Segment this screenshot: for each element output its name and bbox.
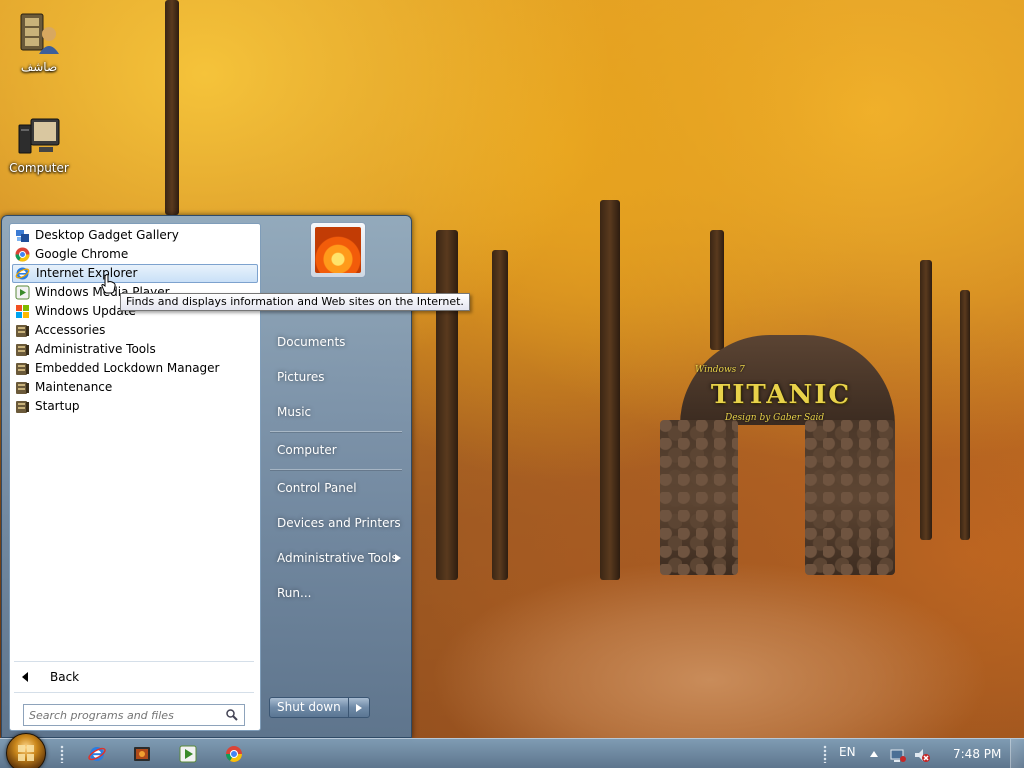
desktop-icon-user-folder[interactable]: صاشف xyxy=(4,8,74,74)
places-separator xyxy=(270,431,402,432)
start-administrative-tools[interactable]: Administrative Tools xyxy=(277,551,398,565)
wallpaper-tree-trunk xyxy=(960,290,970,540)
volume-icon[interactable] xyxy=(913,746,931,764)
stone-arch-left-pillar xyxy=(660,420,738,575)
start-pictures[interactable]: Pictures xyxy=(277,370,325,384)
user-folder-icon xyxy=(20,13,59,54)
show-desktop-button[interactable] xyxy=(1010,739,1024,768)
wallpaper-tree-trunk xyxy=(710,230,724,350)
search-icon[interactable] xyxy=(226,709,238,721)
program-label: Administrative Tools xyxy=(35,342,156,356)
back-arrow-icon xyxy=(22,672,28,682)
start-documents[interactable]: Documents xyxy=(277,335,345,349)
places-separator xyxy=(270,469,402,470)
clock[interactable]: 7:48 PM xyxy=(953,747,1001,761)
taskbar: EN 7:48 PM xyxy=(0,733,1024,768)
show-hidden-icons-icon[interactable] xyxy=(870,751,878,757)
windows-logo-icon xyxy=(18,745,34,761)
start-computer[interactable]: Computer xyxy=(277,443,337,457)
folder-icon xyxy=(16,363,29,375)
back-button[interactable]: Back xyxy=(12,666,258,688)
program-item-desktop-gadget-gallery[interactable]: Desktop Gadget Gallery xyxy=(12,226,258,245)
program-folder-maintenance[interactable]: Maintenance xyxy=(12,378,258,397)
program-label: Maintenance xyxy=(35,380,113,394)
wallpaper-tree-trunk xyxy=(165,0,179,215)
program-folder-embedded-lockdown-manager[interactable]: Embedded Lockdown Manager xyxy=(12,359,258,378)
program-folder-administrative-tools[interactable]: Administrative Tools xyxy=(12,340,258,359)
wallpaper-title: TITANIC xyxy=(710,380,852,410)
program-label: Embedded Lockdown Manager xyxy=(35,361,220,375)
flower-avatar-icon xyxy=(315,227,361,273)
internet-explorer-tooltip: Finds and displays information and Web s… xyxy=(120,293,470,311)
back-divider xyxy=(14,661,254,662)
program-folder-startup[interactable]: Startup xyxy=(12,397,258,416)
ie-icon[interactable] xyxy=(87,744,107,764)
hand-cursor-icon xyxy=(101,274,116,294)
start-music[interactable]: Music xyxy=(277,405,311,419)
media-player-icon xyxy=(15,285,30,300)
program-item-google-chrome[interactable]: Google Chrome xyxy=(12,245,258,264)
windows-update-icon xyxy=(16,305,29,318)
back-label: Back xyxy=(50,670,80,684)
network-icon[interactable] xyxy=(889,746,907,764)
start-button[interactable] xyxy=(6,733,46,768)
taskbar-grip[interactable] xyxy=(60,745,64,763)
wallpaper-forest-path xyxy=(430,560,990,738)
media-player-icon[interactable] xyxy=(178,744,198,764)
tray-grip[interactable] xyxy=(823,745,827,763)
start-search-input[interactable] xyxy=(24,705,214,725)
computer-icon xyxy=(18,118,60,154)
start-run[interactable]: Run... xyxy=(277,586,311,600)
user-picture[interactable] xyxy=(310,222,366,278)
search-divider xyxy=(14,692,254,693)
program-item-internet-explorer[interactable]: Internet Explorer xyxy=(12,264,258,283)
chevron-right-icon xyxy=(355,703,362,712)
start-devices-and-printers[interactable]: Devices and Printers xyxy=(277,516,401,530)
shutdown-options-button[interactable] xyxy=(349,698,369,717)
desktop-icon-label: Computer xyxy=(9,161,69,175)
wallpaper-subtitle: Design by Gaber Said xyxy=(725,413,825,423)
language-indicator[interactable]: EN xyxy=(839,745,856,759)
chrome-icon xyxy=(15,247,30,262)
all-programs-list: Desktop Gadget Gallery Google Chrome Int… xyxy=(12,226,258,416)
submenu-arrow-icon xyxy=(395,554,401,562)
program-label: Internet Explorer xyxy=(36,266,138,280)
folder-icon xyxy=(16,344,29,356)
ie-icon xyxy=(15,267,30,280)
start-search-box[interactable] xyxy=(23,704,245,726)
program-label: Google Chrome xyxy=(35,247,129,261)
program-label: Accessories xyxy=(35,323,106,337)
start-control-panel[interactable]: Control Panel xyxy=(277,481,357,495)
program-label: Startup xyxy=(35,399,80,413)
gadget-icon xyxy=(16,230,29,242)
folder-icon xyxy=(16,401,29,413)
shutdown-button[interactable]: Shut down xyxy=(270,698,349,717)
desktop-icon-computer[interactable]: Computer xyxy=(4,115,74,175)
stone-arch-right-pillar xyxy=(805,420,895,575)
folder-icon xyxy=(16,382,29,394)
wallpaper-tree-trunk xyxy=(600,200,620,580)
media-icon[interactable] xyxy=(132,744,152,764)
wallpaper-tree-trunk xyxy=(492,250,508,580)
program-label: Desktop Gadget Gallery xyxy=(35,228,179,242)
folder-icon xyxy=(16,325,29,337)
chrome-icon[interactable] xyxy=(224,744,244,764)
desktop-icon-label: صاشف xyxy=(20,60,58,74)
wallpaper-tree-trunk xyxy=(920,260,932,540)
program-folder-accessories[interactable]: Accessories xyxy=(12,321,258,340)
shutdown-button-group: Shut down xyxy=(269,697,370,718)
wallpaper-small-text: Windows 7 xyxy=(695,365,745,375)
wallpaper-tree-trunk xyxy=(436,230,458,580)
